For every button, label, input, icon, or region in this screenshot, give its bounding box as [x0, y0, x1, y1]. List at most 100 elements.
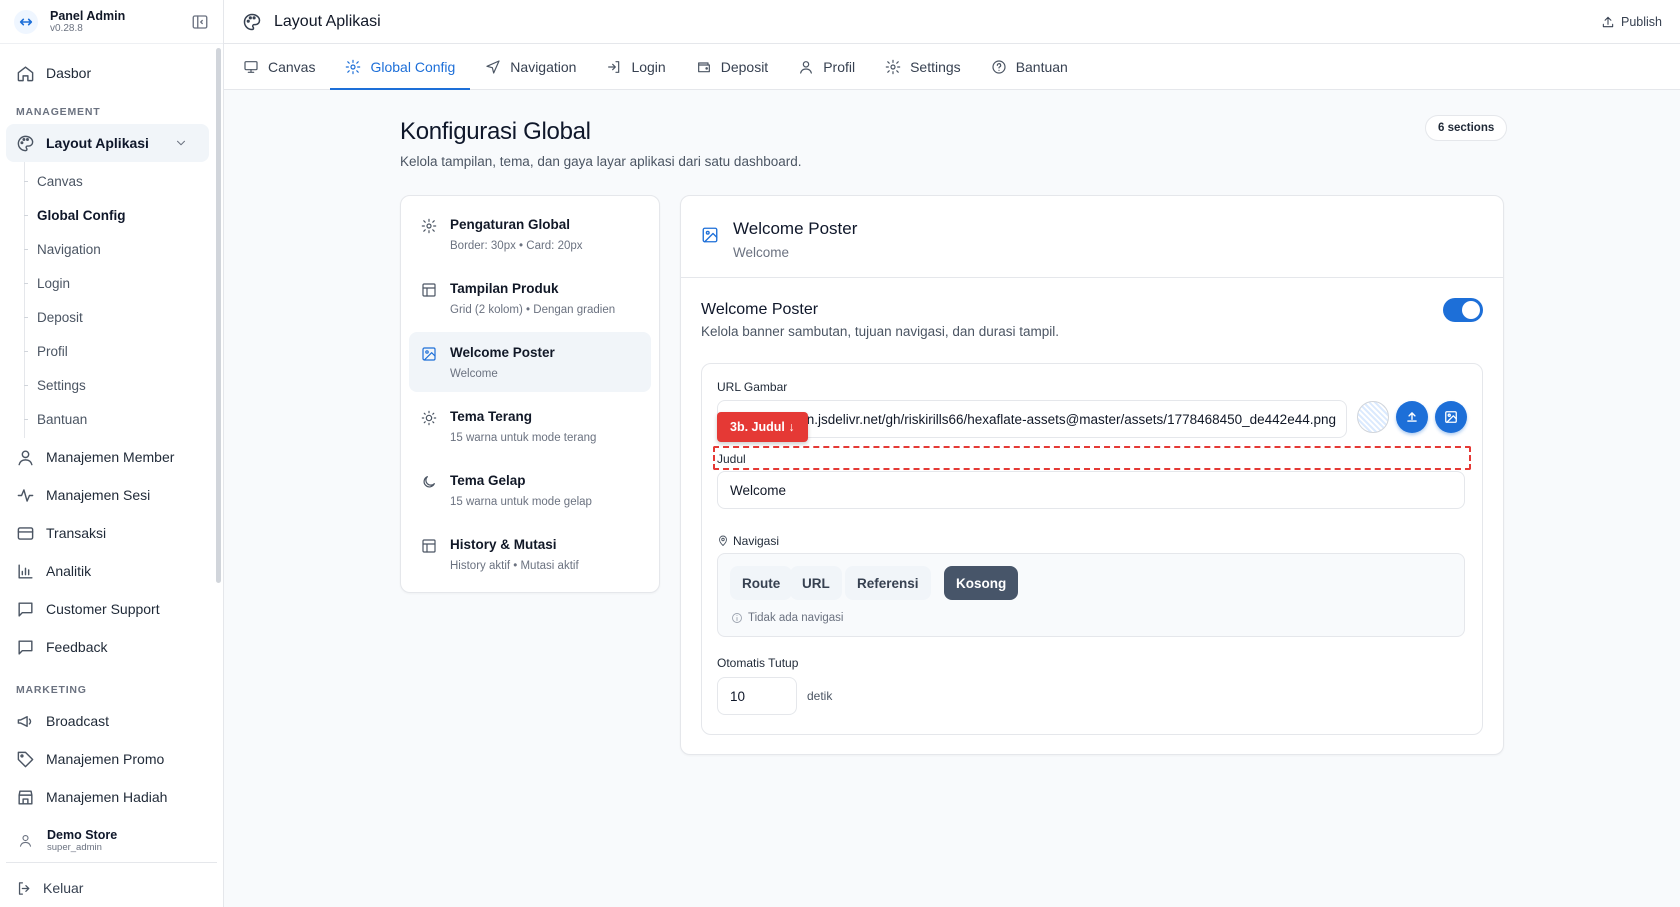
image-url-input[interactable]: https://cdn.jsdelivr.net/gh/riskirills66… — [717, 400, 1347, 438]
judul-input[interactable]: Welcome — [717, 471, 1465, 509]
submenu-item-canvas[interactable]: Canvas — [24, 164, 209, 198]
auto-close-label: Otomatis Tutup — [717, 656, 799, 670]
section-desc: Border: 30px • Card: 20px — [450, 240, 583, 252]
submenu-item-global-config[interactable]: Global Config — [24, 198, 209, 232]
sidebar-item-manajemen-member[interactable]: Manajemen Member — [6, 438, 209, 476]
brand-version: v0.28.8 — [50, 22, 83, 34]
sidebar-item-label: Analitik — [46, 563, 92, 579]
tab-canvas[interactable]: Canvas — [228, 44, 330, 89]
sidebar-collapse-icon[interactable] — [191, 13, 209, 31]
panel-header: Welcome Poster Welcome — [681, 196, 1503, 278]
submenu-item-settings[interactable]: Settings — [24, 368, 209, 402]
sections-count-badge: 6 sections — [1425, 115, 1508, 141]
sidebar-item-manajemen-sesi[interactable]: Manajemen Sesi — [6, 476, 209, 514]
navigation-icon — [486, 59, 500, 74]
section-description: Kelola banner sambutan, tujuan navigasi,… — [701, 324, 1059, 339]
section-title: Welcome Poster — [701, 301, 819, 318]
section-item-history-mutasi[interactable]: History & Mutasi History aktif • Mutasi a… — [409, 524, 651, 584]
submenu-item-navigation[interactable]: Navigation — [24, 232, 209, 266]
sidebar-item-broadcast[interactable]: Broadcast — [6, 702, 209, 740]
section-name: Tema Gelap — [450, 473, 526, 488]
user-profile[interactable]: Demo Store super_admin — [6, 819, 217, 863]
image-icon — [1445, 411, 1457, 423]
layout-submenu: Canvas Global Config Navigation Login De… — [24, 162, 209, 438]
tab-label: Profil — [823, 58, 856, 75]
sidebar-item-feedback[interactable]: Feedback — [6, 628, 209, 666]
tab-settings[interactable]: Settings — [870, 44, 976, 89]
user-icon — [19, 834, 32, 847]
submenu-item-bantuan[interactable]: Bantuan — [24, 402, 209, 436]
tab-login[interactable]: Login — [591, 44, 680, 89]
nav-note-text: Tidak ada navigasi — [748, 612, 844, 624]
help-icon — [992, 59, 1006, 74]
message-icon — [18, 639, 33, 655]
section-item-tampilan-produk[interactable]: Tampilan Produk Grid (2 kolom) • Dengan g… — [409, 268, 651, 328]
url-label: URL Gambar — [717, 380, 788, 394]
logout-button[interactable]: Keluar — [6, 871, 217, 905]
sidebar-item-manajemen-promo[interactable]: Manajemen Promo — [6, 740, 209, 778]
navigasi-box: Route URL Referensi Kosong Tidak ada nav… — [717, 553, 1465, 637]
chevron-down-icon[interactable] — [174, 136, 188, 150]
sidebar-item-label: Manajemen Sesi — [46, 487, 151, 503]
nav-option-route[interactable]: Route — [730, 566, 793, 600]
submenu-item-deposit[interactable]: Deposit — [24, 300, 209, 334]
section-item-pengaturan-global[interactable]: Pengaturan Global Border: 30px • Card: 20… — [409, 204, 651, 264]
sidebar-item-label: Manajemen Hadiah — [46, 789, 168, 805]
submenu-item-login[interactable]: Login — [24, 266, 209, 300]
tab-label: Deposit — [720, 58, 769, 75]
auto-close-input[interactable]: 10 — [717, 677, 797, 715]
sidebar-item-analitik[interactable]: Analitik — [6, 552, 209, 590]
sidebar-scrollbar[interactable] — [216, 48, 221, 583]
nav-option-kosong[interactable]: Kosong — [944, 566, 1019, 600]
section-label-management: MANAGEMENT — [16, 106, 101, 118]
page-subtitle: Kelola tampilan, tema, dan gaya layar ap… — [400, 154, 802, 169]
sidebar-item-layout-aplikasi[interactable]: Layout Aplikasi — [6, 124, 209, 162]
tab-bantuan[interactable]: Bantuan — [976, 44, 1083, 89]
tab-label: Login — [631, 58, 666, 75]
tab-profil[interactable]: Profil — [783, 44, 870, 89]
sidebar-item-dashboard[interactable]: Dasbor — [6, 54, 209, 92]
wallet-icon — [697, 61, 710, 72]
sidebar-item-manajemen-hadiah[interactable]: Manajemen Hadiah — [6, 778, 209, 811]
section-item-tema-gelap[interactable]: Tema Gelap 15 warna untuk mode gelap — [409, 460, 651, 520]
tab-label: Navigation — [510, 58, 577, 75]
logout-label: Keluar — [43, 880, 84, 896]
logout-icon — [18, 881, 30, 895]
tag-icon — [17, 751, 34, 767]
info-icon — [732, 613, 742, 623]
publish-label: Publish — [1621, 14, 1662, 29]
upload-icon — [1602, 16, 1614, 27]
sidebar-item-label: Feedback — [46, 639, 108, 655]
sidebar-item-label: Manajemen Member — [46, 449, 175, 465]
tab-deposit[interactable]: Deposit — [681, 44, 783, 89]
gallery-image-button[interactable] — [1435, 401, 1467, 433]
section-name: Tampilan Produk — [450, 281, 559, 296]
sidebar-item-customer-support[interactable]: Customer Support — [6, 590, 209, 628]
chart-icon — [18, 563, 33, 579]
palette-icon — [243, 13, 261, 30]
judul-label: Judul — [717, 452, 746, 466]
image-icon — [422, 347, 436, 361]
page-title: Konfigurasi Global — [400, 118, 591, 145]
upload-icon — [1407, 412, 1417, 422]
enable-toggle[interactable] — [1443, 298, 1483, 322]
sidebar-item-transaksi[interactable]: Transaksi — [6, 514, 209, 552]
user-name: Demo Store — [47, 827, 118, 842]
section-name: Welcome Poster — [450, 345, 555, 360]
palette-icon — [17, 135, 34, 151]
tab-global-config[interactable]: Global Config — [330, 44, 471, 90]
poster-settings-card: URL Gambar https://cdn.jsdelivr.net/gh/r… — [701, 363, 1483, 735]
nav-option-referensi[interactable]: Referensi — [845, 566, 931, 600]
publish-button[interactable]: Publish — [1601, 15, 1662, 29]
monitor-icon — [244, 60, 258, 73]
section-item-welcome-poster[interactable]: Welcome Poster Welcome — [409, 332, 651, 392]
nav-option-url[interactable]: URL — [790, 566, 842, 600]
panel-subtitle: Welcome — [733, 245, 790, 260]
tab-navigation[interactable]: Navigation — [470, 44, 591, 89]
tab-label: Canvas — [268, 58, 316, 75]
user-icon — [18, 449, 33, 465]
submenu-item-profil[interactable]: Profil — [24, 334, 209, 368]
upload-image-button[interactable] — [1396, 401, 1428, 433]
sun-icon — [421, 410, 437, 426]
section-item-tema-terang[interactable]: Tema Terang 15 warna untuk mode terang — [409, 396, 651, 456]
